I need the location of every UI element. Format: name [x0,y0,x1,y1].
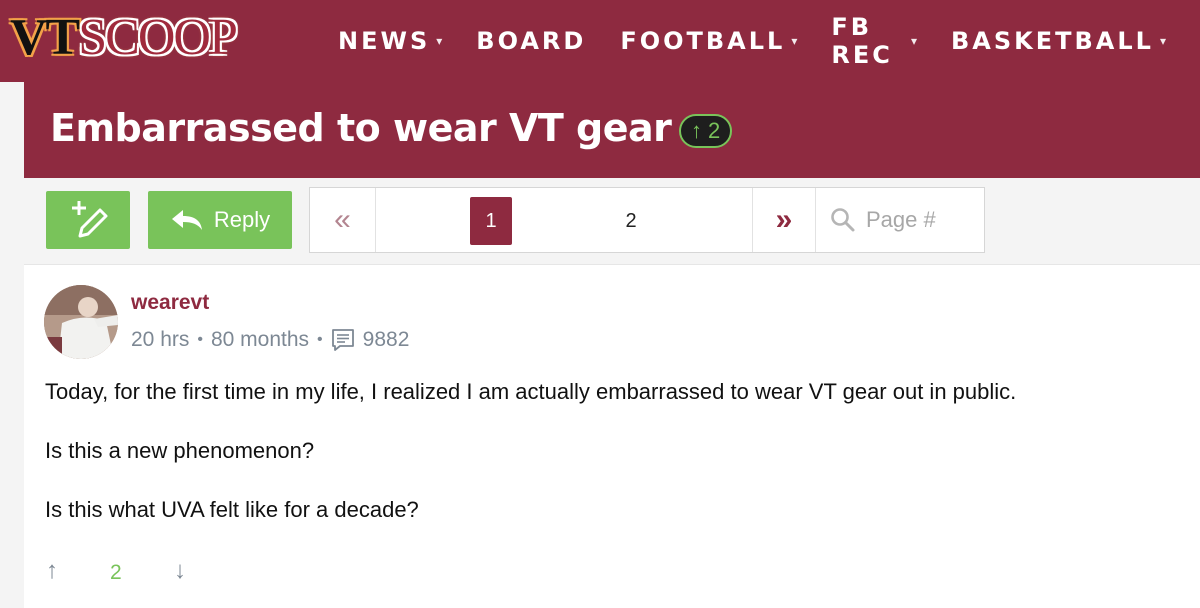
arrow-up-icon: ↑ [691,118,702,143]
avatar-photo [44,285,118,359]
site-logo[interactable]: VT SCOOP [10,8,238,68]
main-nav: NEWS ▾ BOARD FOOTBALL ▾ FB REC ▾ BASKETBALL… [338,13,1200,69]
reply-button[interactable]: Reply [148,191,292,249]
new-thread-button[interactable] [46,191,130,249]
post-meta: 20 hrs • 80 months • 9882 [131,328,409,352]
upvote-button[interactable]: ↑ [46,557,58,585]
page-1-button[interactable]: 1 [470,197,512,245]
post-vote-count: 2 [110,561,122,584]
thread-title: Embarrassed to wear VT gear [50,106,672,150]
thread-vote-count: 2 [708,118,721,143]
nav-football[interactable]: FOOTBALL ▾ [620,24,797,58]
nav-football-label: FOOTBALL [620,27,786,55]
comment-icon [331,329,354,351]
chevron-down-icon: ▾ [436,34,443,48]
thread-header: Embarrassed to wear VT gear ↑ 2 [24,82,1200,178]
prev-page-button[interactable]: « [310,188,376,252]
reply-arrow-icon [171,210,202,230]
chevron-down-icon: ▾ [910,34,917,48]
nav-basketball-label: BASKETBALL [951,27,1154,55]
separator: • [317,331,323,348]
downvote-button[interactable]: ↓ [174,557,186,585]
post-time: 20 hrs [131,328,190,351]
nav-news[interactable]: NEWS ▾ [338,24,442,58]
post: wearevt 20 hrs • 80 months • 9882 Today,… [24,264,1200,608]
nav-board[interactable]: BOARD [476,24,586,58]
post-paragraph: Today, for the first time in my life, I … [45,379,1017,404]
next-page-button[interactable]: » [752,188,816,252]
post-paragraph: Is this what UVA felt like for a decade? [45,497,419,522]
page-2-button[interactable]: 2 [610,197,652,245]
nav-news-label: NEWS [338,27,431,55]
thread-vote-badge: ↑ 2 [679,114,733,148]
post-tenure: 80 months [210,328,310,351]
nav-fb-rec-label: FB REC [831,13,893,69]
chevron-down-icon: ▾ [791,34,798,48]
page-number-placeholder: Page # [866,207,936,232]
logo-scoop: SCOOP [78,9,238,66]
pagination: « 1 2 » Page # [309,187,985,253]
reply-label: Reply [213,207,271,232]
post-paragraph: Is this a new phenomenon? [45,438,315,463]
nav-fb-rec[interactable]: FB REC ▾ [831,13,917,69]
post-username[interactable]: wearevt [131,291,209,315]
logo-vt: VT [10,9,80,66]
top-navbar: VT SCOOP NEWS ▾ BOARD FOOTBALL ▾ FB REC ▾ BA… [0,0,1200,82]
chevron-down-icon: ▾ [1159,34,1166,48]
page-number-input[interactable]: Page # [818,188,984,252]
post-count: 9882 [362,328,410,351]
new-thread-icon [72,201,108,238]
nav-board-label: BOARD [476,27,587,55]
avatar[interactable] [44,285,118,359]
nav-basketball[interactable]: BASKETBALL ▾ [951,24,1166,58]
thread-toolbar: Reply « 1 2 » Page # [24,178,1200,264]
search-icon [831,208,855,232]
separator: • [197,331,203,348]
